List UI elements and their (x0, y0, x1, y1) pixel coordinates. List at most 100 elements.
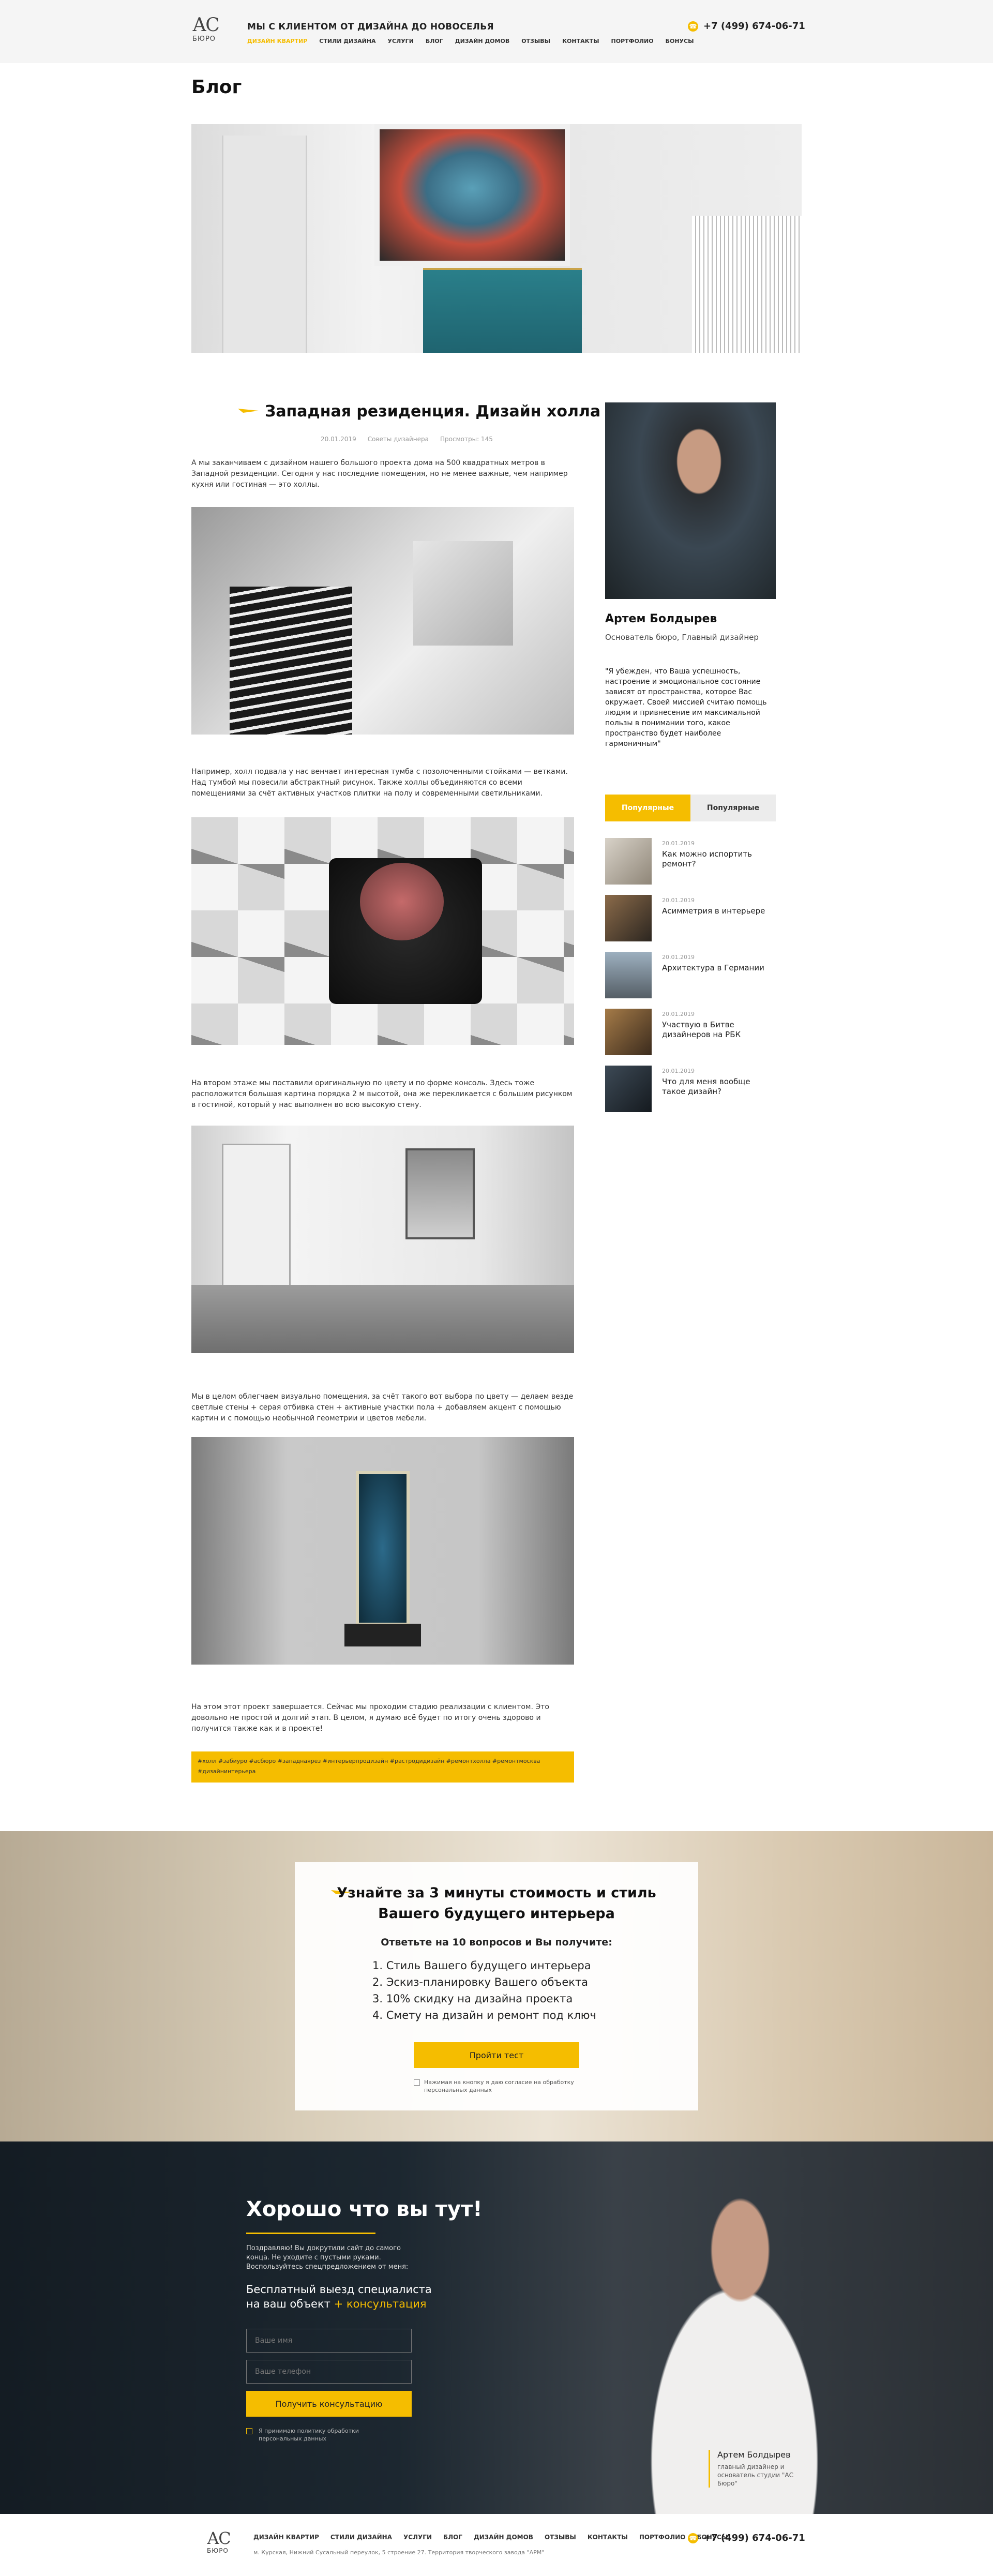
article-title: Западная резиденция. Дизайн холла (265, 402, 601, 421)
footer-nav-item[interactable]: УСЛУГИ (403, 2534, 432, 2541)
quiz-benefits: 1. Стиль Вашего будущего интерьера 2. Эс… (372, 1957, 596, 2024)
logo[interactable]: АС БЮРО (192, 16, 225, 49)
footer-nav-item[interactable]: КОНТАКТЫ (588, 2534, 628, 2541)
footer-nav-item[interactable]: БЛОГ (443, 2534, 462, 2541)
footer-logo[interactable]: АС БЮРО (207, 2529, 238, 2560)
post-thumbnail[interactable] (605, 838, 652, 885)
page-title: Блог (191, 77, 242, 98)
footer-phone-number[interactable]: +7 (499) 674-06-71 (703, 2533, 805, 2543)
phone-icon: ☎ (688, 2533, 698, 2543)
bench-shape (344, 1623, 421, 1646)
sidebar-tabs: Популярные Популярные (605, 795, 776, 821)
article-image-stairs (191, 507, 574, 735)
tab-popular[interactable]: Популярные (605, 795, 690, 821)
hero-railing (691, 215, 802, 353)
footer-address: м. Курская, Нижний Сусальный переулок, 5… (253, 2549, 545, 2556)
quiz-benefit: 1. Стиль Вашего будущего интерьера (372, 1959, 591, 1972)
cta-offer-plus: + консультация (334, 2298, 427, 2310)
nav-item-contacts[interactable]: КОНТАКТЫ (562, 38, 599, 44)
hero-image (191, 124, 802, 353)
post-date: 20.01.2019 (662, 1011, 695, 1017)
quiz-agree-text: Нажимая на кнопку я даю согласие на обра… (424, 2079, 574, 2093)
cta-agree-checkbox[interactable] (246, 2428, 252, 2434)
article-image-corridor (191, 1126, 574, 1353)
stairs-shape (230, 587, 352, 735)
post-title[interactable]: Что для меня вообще такое дизайн? (662, 1077, 776, 1097)
author-role: Основатель бюро, Главный дизайнер (605, 633, 759, 642)
phone-input[interactable] (246, 2360, 412, 2384)
post-date: 20.01.2019 (662, 897, 695, 904)
sidebar-post[interactable]: 20.01.2019 Архитектура в Германии (605, 952, 781, 998)
author-quote: "Я убежден, что Ваша успешность, настрое… (605, 667, 767, 748)
footer-nav-item[interactable]: ДИЗАЙН ДОМОВ (474, 2534, 533, 2541)
cta-offer: Бесплатный выезд специалиста на ваш объе… (246, 2282, 432, 2311)
nav-item-blog[interactable]: БЛОГ (426, 38, 443, 44)
post-thumbnail[interactable] (605, 952, 652, 998)
flowers-shape (359, 863, 444, 940)
author-name: Артем Болдырев (605, 612, 717, 625)
header-phone[interactable]: ☎ +7 (499) 674-06-71 (688, 21, 805, 32)
post-title[interactable]: Участвую в Битве дизайнеров на РБК (662, 1020, 776, 1040)
footer-nav-item[interactable]: ПОРТФОЛИО (639, 2534, 686, 2541)
quiz-start-button[interactable]: Пройти тест (414, 2042, 579, 2068)
wall-art-shape (413, 541, 513, 646)
article-image-hall (191, 1437, 574, 1665)
footer-logo-mark: АС (207, 2528, 231, 2548)
footer-nav: ДИЗАЙН КВАРТИР СТИЛИ ДИЗАЙНА УСЛУГИ БЛОГ… (253, 2534, 728, 2541)
consultation-button[interactable]: Получить консультацию (246, 2391, 412, 2417)
site-footer (0, 2514, 993, 2576)
phone-icon: ☎ (688, 21, 698, 32)
footer-nav-item[interactable]: СТИЛИ ДИЗАЙНА (330, 2534, 392, 2541)
cta-text: Поздравляю! Вы докрутили сайт до самого … (246, 2244, 409, 2271)
signature-name: Артем Болдырев (717, 2450, 791, 2460)
sidebar-post[interactable]: 20.01.2019 Что для меня вообще такое диз… (605, 1066, 781, 1112)
logo-mark: АС (192, 14, 220, 36)
post-title[interactable]: Как можно испортить ремонт? (662, 849, 776, 869)
name-input[interactable] (246, 2329, 412, 2353)
hero-dresser (423, 268, 582, 353)
post-date: 20.01.2019 (662, 1068, 695, 1074)
nav-item-bonuses[interactable]: БОНУСЫ (666, 38, 694, 44)
post-thumbnail[interactable] (605, 895, 652, 941)
article-category[interactable]: Советы дизайнера (368, 436, 429, 443)
footer-nav-item[interactable]: ДИЗАЙН КВАРТИР (253, 2534, 319, 2541)
sidebar-post[interactable]: 20.01.2019 Как можно испортить ремонт? (605, 838, 781, 885)
article-tags[interactable]: #холл #забиуро #асбюро #западнаярез #инт… (191, 1751, 574, 1783)
quiz-agree-checkbox[interactable] (414, 2079, 420, 2086)
sidebar-post[interactable]: 20.01.2019 Асимметрия в интерьере (605, 895, 781, 941)
article-paragraph: На этом этот проект завершается. Сейчас … (191, 1703, 549, 1733)
quiz-benefit: 3. 10% скидку на дизайна проекта (372, 1993, 573, 2005)
sidebar-post[interactable]: 20.01.2019 Участвую в Битве дизайнеров н… (605, 1009, 781, 1055)
tagline: МЫ С КЛИЕНТОМ ОТ ДИЗАЙНА ДО НОВОСЕЛЬЯ (247, 22, 494, 32)
nav-item-portfolio[interactable]: ПОРТФОЛИО (611, 38, 654, 44)
post-thumbnail[interactable] (605, 1066, 652, 1112)
post-date: 20.01.2019 (662, 954, 695, 961)
post-thumbnail[interactable] (605, 1009, 652, 1055)
cta-divider (246, 2233, 375, 2234)
article-meta: 20.01.2019 Советы дизайнера Просмотры: 1… (321, 436, 493, 443)
hero-door (222, 136, 308, 353)
mirror-shape (405, 1148, 475, 1239)
nav-item-styles[interactable]: СТИЛИ ДИЗАЙНА (319, 38, 375, 44)
article-paragraph: А мы заканчиваем с дизайном нашего больш… (191, 459, 568, 489)
header-phone-number[interactable]: +7 (499) 674-06-71 (703, 21, 805, 32)
footer-phone[interactable]: ☎ +7 (499) 674-06-71 (688, 2533, 805, 2543)
footer-nav-item[interactable]: ОТЗЫВЫ (545, 2534, 576, 2541)
nav-item-services[interactable]: УСЛУГИ (388, 38, 414, 44)
tab-popular-alt[interactable]: Популярные (690, 795, 776, 821)
post-title[interactable]: Архитектура в Германии (662, 963, 776, 973)
article-date: 20.01.2019 (321, 436, 356, 443)
quiz-benefit: 4. Смету на дизайн и ремонт под ключ (372, 2009, 596, 2021)
wall-panel-shape (191, 1285, 574, 1353)
nav-item-houses[interactable]: ДИЗАЙН ДОМОВ (455, 38, 509, 44)
signature-role: главный дизайнер и основатель студии "АС… (717, 2463, 793, 2487)
article-paragraph: Мы в целом облегчаем визуально помещения… (191, 1392, 574, 1422)
nav-item-apartments[interactable]: ДИЗАЙН КВАРТИР (247, 38, 307, 44)
author-photo (605, 402, 776, 599)
article-paragraph: На втором этаже мы поставили оригинальну… (191, 1079, 573, 1109)
quiz-title: Узнайте за 3 минуты стоимость и стиль Ва… (337, 1885, 656, 1922)
cta-title: Хорошо что вы тут! (246, 2197, 483, 2221)
nav-item-reviews[interactable]: ОТЗЫВЫ (521, 38, 550, 44)
title-accent-icon (238, 409, 259, 413)
post-title[interactable]: Асимметрия в интерьере (662, 906, 776, 916)
